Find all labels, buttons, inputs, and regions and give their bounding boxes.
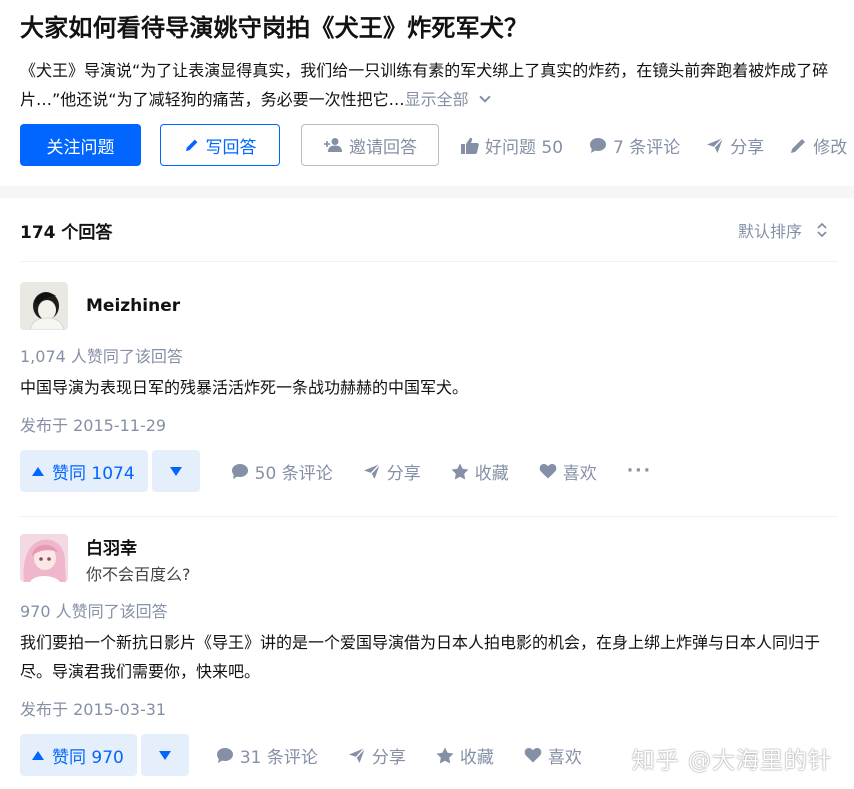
votes-summary: 1,074 人赞同了该回答 bbox=[20, 347, 183, 366]
question-comments-label: 7 条评论 bbox=[613, 137, 681, 158]
question-comments-button[interactable]: 7 条评论 bbox=[589, 133, 680, 158]
comment-icon bbox=[231, 463, 248, 479]
good-question-button[interactable]: 好问题 50 bbox=[461, 133, 563, 158]
share-icon bbox=[348, 747, 366, 763]
upvote-button[interactable]: 赞同 970 bbox=[20, 734, 137, 776]
comments-button[interactable]: 50 条评论 bbox=[231, 459, 333, 484]
question-title[interactable]: 大家如何看待导演姚守岗拍《犬王》炸死军犬？ bbox=[20, 11, 528, 45]
share-label: 分享 bbox=[386, 463, 421, 484]
votes-summary: 970 人赞同了该回答 bbox=[20, 602, 168, 621]
sort-chevrons-icon bbox=[817, 222, 827, 238]
author-name[interactable]: 白羽幸 bbox=[86, 534, 191, 559]
like-button[interactable]: 喜欢 bbox=[539, 459, 597, 484]
write-answer-button[interactable]: 写回答 bbox=[160, 124, 280, 166]
question-description[interactable]: 《犬王》导演说“为了让表演显得真实，我们给一只训练有素的军犬绑上了真实的炸药，在… bbox=[20, 56, 850, 114]
invite-answer-button[interactable]: 邀请回答 bbox=[301, 124, 439, 166]
answer-item: 白羽幸 你不会百度么? 970 人赞同了该回答 我们要拍一个新抗日影片《导王》讲… bbox=[20, 534, 838, 776]
question-share-label: 分享 bbox=[730, 137, 765, 158]
star-icon bbox=[436, 747, 454, 763]
comments-label: 50 条评论 bbox=[254, 463, 333, 484]
answers-header: 174 个回答 默认排序 bbox=[20, 198, 838, 262]
avatar[interactable] bbox=[20, 282, 68, 330]
write-answer-label: 写回答 bbox=[205, 137, 257, 158]
answer-count: 174 个回答 bbox=[20, 223, 113, 243]
invite-answer-label: 邀请回答 bbox=[349, 137, 417, 158]
favorite-button[interactable]: 收藏 bbox=[451, 459, 509, 484]
question-header: 大家如何看待导演姚守岗拍《犬王》炸死军犬？ 《犬王》导演说“为了让表演显得真实，… bbox=[0, 0, 854, 186]
good-question-label: 好问题 50 bbox=[485, 137, 564, 158]
pencil-icon bbox=[185, 139, 197, 151]
share-icon bbox=[363, 463, 381, 479]
follow-question-button[interactable]: 关注问题 bbox=[20, 124, 141, 166]
edit-question-button[interactable]: 修改 bbox=[790, 133, 847, 158]
star-icon bbox=[451, 463, 469, 479]
downvote-button[interactable] bbox=[151, 450, 200, 492]
answer-content[interactable]: 中国导演为表现日军的残暴活活炸死一条战功赫赫的中国军犬。 bbox=[20, 373, 838, 402]
favorite-label: 收藏 bbox=[459, 747, 494, 768]
answer-actions: 赞同 1074 50 条评论 分享 收藏 喜欢 ··· bbox=[20, 450, 838, 492]
share-button[interactable]: 分享 bbox=[348, 743, 406, 768]
question-actions: 关注问题 写回答 邀请回答 好问题 50 7 条评论 分享 修改 bbox=[20, 124, 854, 166]
answer-author: Meizhiner bbox=[20, 282, 838, 330]
edit-question-label: 修改 bbox=[813, 137, 848, 158]
pencil-icon bbox=[791, 138, 806, 153]
upvote-label: 赞同 970 bbox=[52, 747, 124, 768]
sort-dropdown[interactable]: 默认排序 bbox=[738, 218, 828, 242]
favorite-label: 收藏 bbox=[474, 463, 509, 484]
add-user-icon bbox=[324, 138, 342, 152]
watermark: 知乎 @大海里的针 bbox=[631, 748, 832, 774]
answer-item: Meizhiner 1,074 人赞同了该回答 中国导演为表现日军的残暴活活炸死… bbox=[20, 282, 838, 492]
heart-icon bbox=[539, 463, 557, 479]
answers-section: 174 个回答 默认排序 Meizhiner 1,074 人赞同了该回答 中国导… bbox=[0, 198, 854, 789]
downvote-button[interactable] bbox=[140, 734, 189, 776]
publish-date[interactable]: 发布于 2015-03-31 bbox=[20, 696, 838, 720]
show-all-link[interactable]: 显示全部 bbox=[404, 90, 491, 109]
author-info: 白羽幸 你不会百度么? bbox=[68, 534, 191, 585]
answer-author: 白羽幸 你不会百度么? bbox=[20, 534, 838, 585]
author-name[interactable]: Meizhiner bbox=[86, 282, 180, 330]
more-options-button[interactable]: ··· bbox=[627, 461, 652, 481]
heart-icon bbox=[524, 747, 542, 763]
publish-date[interactable]: 发布于 2015-11-29 bbox=[20, 412, 838, 436]
answer-divider bbox=[20, 516, 838, 517]
like-label: 喜欢 bbox=[547, 747, 582, 768]
sort-label: 默认排序 bbox=[737, 222, 802, 241]
upvote-icon bbox=[32, 466, 44, 476]
upvote-label: 赞同 1074 bbox=[52, 463, 135, 484]
comment-icon bbox=[590, 137, 607, 153]
question-share-button[interactable]: 分享 bbox=[706, 133, 764, 158]
share-icon bbox=[707, 137, 724, 153]
share-button[interactable]: 分享 bbox=[363, 459, 421, 484]
thumbs-up-icon bbox=[461, 137, 479, 154]
comments-button[interactable]: 31 条评论 bbox=[216, 743, 318, 768]
chevron-down-icon bbox=[478, 91, 491, 103]
favorite-button[interactable]: 收藏 bbox=[436, 743, 494, 768]
show-all-label: 显示全部 bbox=[404, 90, 469, 109]
answer-content[interactable]: 我们要拍一个新抗日影片《导王》讲的是一个爱国导演借为日本人拍电影的机会，在身上绑… bbox=[20, 628, 838, 686]
comments-label: 31 条评论 bbox=[239, 747, 318, 768]
author-bio: 你不会百度么? bbox=[86, 565, 191, 584]
downvote-icon bbox=[169, 466, 182, 476]
like-label: 喜欢 bbox=[562, 463, 597, 484]
avatar[interactable] bbox=[20, 534, 68, 582]
downvote-icon bbox=[158, 750, 171, 760]
share-label: 分享 bbox=[371, 747, 406, 768]
upvote-button[interactable]: 赞同 1074 bbox=[20, 450, 148, 492]
upvote-icon bbox=[32, 750, 44, 760]
comment-icon bbox=[216, 747, 233, 763]
like-button[interactable]: 喜欢 bbox=[524, 743, 582, 768]
